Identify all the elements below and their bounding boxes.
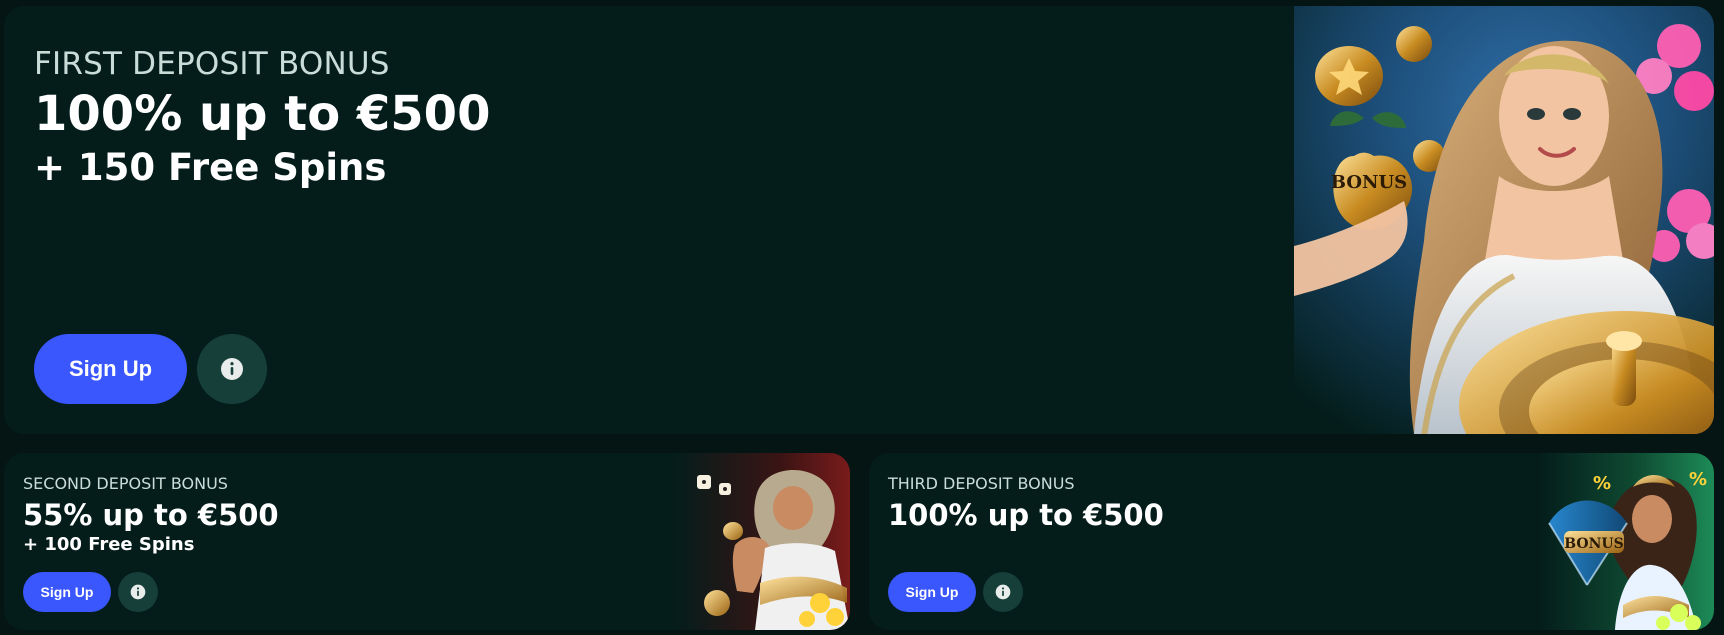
first-deposit-bonus-card: FIRST DEPOSIT BONUS 100% up to €500 + 15… (4, 6, 1714, 434)
third-deposit-bonus-card: THIRD DEPOSIT BONUS 100% up to €500 Sign… (869, 453, 1714, 630)
zeus-illustration (675, 453, 850, 630)
bonus-eyebrow: THIRD DEPOSIT BONUS (888, 474, 1075, 493)
info-button[interactable] (983, 572, 1023, 612)
goddess-fan-illustration: % % BONUS (1539, 453, 1714, 630)
info-icon (995, 584, 1011, 600)
info-icon (221, 358, 243, 380)
bonus-fan-text: BONUS (1564, 536, 1623, 552)
bonus-headline: 55% up to €500 (23, 498, 279, 532)
percent-badge-text: % (1593, 473, 1611, 494)
bonus-subheadline: + 100 Free Spins (23, 534, 195, 555)
sign-up-button[interactable]: Sign Up (34, 334, 187, 404)
sign-up-button[interactable]: Sign Up (888, 572, 976, 612)
bonus-eyebrow: SECOND DEPOSIT BONUS (23, 474, 228, 493)
sign-up-button[interactable]: Sign Up (23, 572, 111, 612)
bonus-headline: 100% up to €500 (888, 498, 1164, 532)
bonus-apple-text: BONUS (1331, 172, 1407, 193)
info-button[interactable] (197, 334, 267, 404)
second-deposit-bonus-card: SECOND DEPOSIT BONUS 55% up to €500 + 10… (4, 453, 850, 630)
goddess-illustration: BONUS (1294, 6, 1714, 434)
info-icon (130, 584, 146, 600)
bonus-eyebrow: FIRST DEPOSIT BONUS (34, 46, 390, 82)
info-button[interactable] (118, 572, 158, 612)
percent-badge-text: % (1689, 469, 1707, 490)
bonus-subheadline: + 150 Free Spins (34, 146, 387, 189)
bonus-headline: 100% up to €500 (34, 86, 491, 142)
